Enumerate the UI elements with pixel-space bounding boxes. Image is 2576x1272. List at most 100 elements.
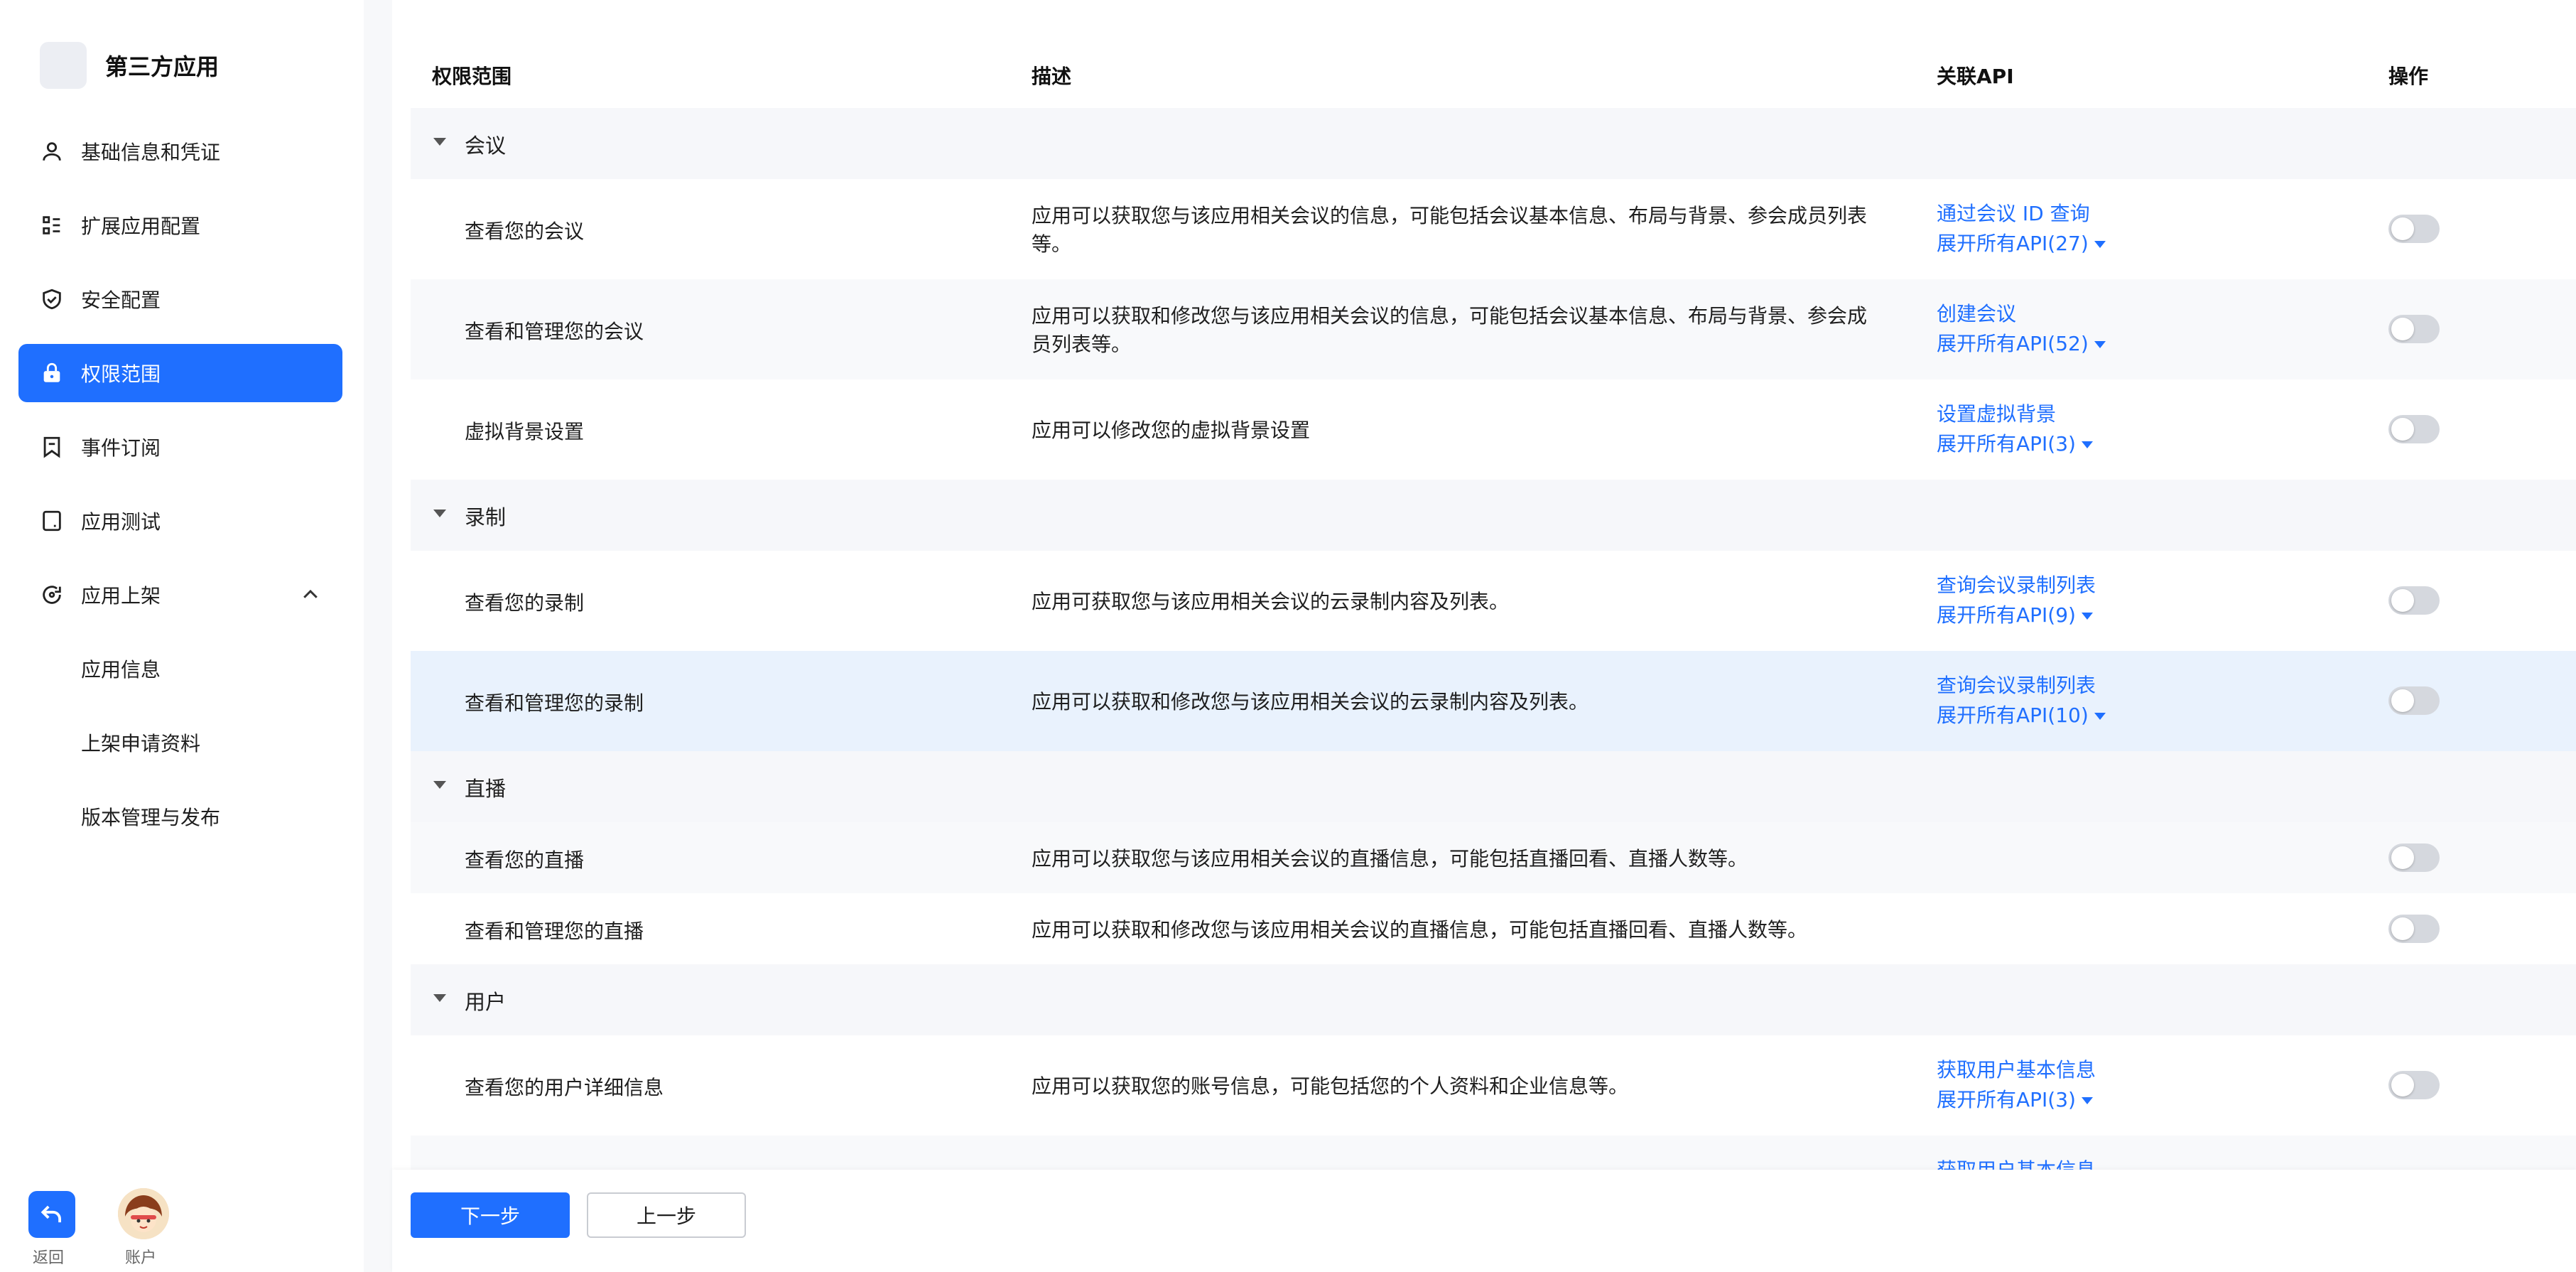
back-button[interactable]	[28, 1191, 75, 1238]
main-content: 权限范围 描述 关联API 操作 会议 查看您的会议 应用可以获取您与该应用相关…	[392, 0, 2576, 1272]
permission-toggle[interactable]	[2388, 686, 2440, 715]
permissions-table: 权限范围 描述 关联API 操作 会议 查看您的会议 应用可以获取您与该应用相关…	[411, 0, 2576, 1236]
sidebar-subitem-listing-application[interactable]: 上架申请资料	[18, 713, 342, 772]
group-name: 直播	[465, 777, 507, 801]
permission-toggle[interactable]	[2388, 415, 2440, 443]
chevron-up-icon[interactable]	[300, 584, 321, 605]
sidebar-item-security[interactable]: 安全配置	[18, 270, 342, 328]
sidebar-nav: 基础信息和凭证 扩展应用配置 安全配置 权限范围 事件订阅 应用测试 应用上架 …	[18, 122, 342, 861]
related-api: 获取用户基本信息 展开所有API(3)	[1937, 1055, 2096, 1115]
scope-description: 应用可以获取和修改您与该应用相关会议的云录制内容及列表。	[1032, 690, 1589, 713]
scope-description: 应用可以获取您的账号信息，可能包括您的个人资料和企业信息等。	[1032, 1074, 1629, 1098]
return-icon	[40, 1205, 61, 1223]
expand-label: 展开所有API(52)	[1937, 332, 2089, 355]
permission-toggle[interactable]	[2388, 315, 2440, 343]
toggle-knob	[2391, 589, 2414, 612]
app-name: 第三方应用	[105, 53, 220, 80]
sidebar-item-label: 扩展应用配置	[81, 215, 201, 238]
caret-down-icon[interactable]	[433, 994, 446, 1002]
user-icon	[40, 139, 64, 163]
group-name: 用户	[465, 990, 507, 1014]
expand-all-apis-link[interactable]: 展开所有API(52)	[1937, 329, 2106, 359]
app-header: 第三方应用	[40, 41, 219, 90]
expand-all-apis-link[interactable]: 展开所有API(9)	[1937, 600, 2096, 630]
api-link[interactable]: 获取用户基本信息	[1937, 1055, 2096, 1085]
expand-all-apis-link[interactable]: 展开所有API(3)	[1937, 429, 2093, 459]
api-link[interactable]: 查询会议录制列表	[1937, 571, 2096, 600]
group-row-livestream[interactable]: 直播	[411, 751, 2576, 822]
sidebar-item-app-publish[interactable]: 应用上架	[18, 566, 342, 624]
group-name: 会议	[465, 134, 507, 158]
sidebar-item-label: 安全配置	[81, 289, 161, 312]
sidebar-divider	[364, 0, 392, 1272]
table-row: 查看您的录制 应用可获取您与该应用相关会议的云录制内容及列表。 查询会议录制列表…	[411, 551, 2576, 651]
sidebar-item-label: 事件订阅	[81, 436, 161, 460]
group-row-recording[interactable]: 录制	[411, 480, 2576, 551]
related-api: 创建会议 展开所有API(52)	[1937, 299, 2106, 359]
permission-toggle[interactable]	[2388, 915, 2440, 943]
table-row: 查看您的直播 应用可以获取您与该应用相关会议的直播信息，可能包括直播回看、直播人…	[411, 822, 2576, 893]
toggle-knob	[2391, 917, 2414, 940]
caret-down-icon	[2094, 713, 2106, 720]
toggle-knob	[2391, 318, 2414, 340]
sidebar-bottom-bar: 返回 账户	[0, 1180, 364, 1272]
api-link[interactable]: 查询会议录制列表	[1937, 671, 2106, 701]
scope-name: 虚拟背景设置	[465, 420, 585, 443]
api-link[interactable]: 设置虚拟背景	[1937, 399, 2093, 429]
caret-down-icon	[2094, 341, 2106, 348]
sidebar-item-basic-info[interactable]: 基础信息和凭证	[18, 122, 342, 180]
avatar-image	[118, 1188, 169, 1239]
expand-label: 展开所有API(3)	[1937, 432, 2076, 456]
sidebar-item-extension-config[interactable]: 扩展应用配置	[18, 196, 342, 254]
caret-down-icon[interactable]	[433, 510, 446, 517]
related-api: 查询会议录制列表 展开所有API(10)	[1937, 671, 2106, 731]
scope-name: 查看您的用户详细信息	[465, 1076, 664, 1099]
sidebar-item-app-test[interactable]: 应用测试	[18, 492, 342, 550]
scope-description: 应用可以获取您与该应用相关会议的信息，可能包括会议基本信息、布局与背景、参会成员…	[1032, 204, 1868, 256]
list-config-icon	[40, 213, 64, 237]
scope-description: 应用可以获取您与该应用相关会议的直播信息，可能包括直播回看、直播人数等。	[1032, 847, 1748, 871]
scope-name: 查看您的录制	[465, 591, 585, 615]
avatar[interactable]	[118, 1188, 169, 1239]
toggle-knob	[2391, 846, 2414, 869]
publish-icon	[40, 583, 64, 607]
expand-all-apis-link[interactable]: 展开所有API(10)	[1937, 701, 2106, 731]
caret-down-icon	[2081, 613, 2093, 620]
permission-toggle[interactable]	[2388, 1071, 2440, 1099]
sidebar-item-event-subscription[interactable]: 事件订阅	[18, 418, 342, 476]
sidebar-item-permissions[interactable]: 权限范围	[18, 344, 342, 402]
expand-all-apis-link[interactable]: 展开所有API(27)	[1937, 229, 2106, 259]
scope-description: 应用可以获取和修改您与该应用相关会议的信息，可能包括会议基本信息、布局与背景、参…	[1032, 304, 1868, 356]
group-row-meeting[interactable]: 会议	[411, 108, 2576, 179]
api-link[interactable]: 通过会议 ID 查询	[1937, 199, 2106, 229]
scope-name: 查看和管理您的录制	[465, 691, 644, 715]
caret-down-icon	[2081, 1097, 2093, 1104]
account-label: 账户	[125, 1249, 157, 1267]
bookmark-icon	[40, 435, 64, 459]
api-link[interactable]: 创建会议	[1937, 299, 2106, 329]
sidebar-subitem-app-info[interactable]: 应用信息	[18, 640, 342, 698]
group-row-user[interactable]: 用户	[411, 964, 2576, 1035]
expand-all-apis-link[interactable]: 展开所有API(3)	[1937, 1085, 2096, 1115]
caret-down-icon[interactable]	[433, 781, 446, 789]
back-label: 返回	[33, 1249, 65, 1267]
scope-name: 查看和管理您的会议	[465, 320, 644, 343]
table-row: 查看和管理您的会议 应用可以获取和修改您与该应用相关会议的信息，可能包括会议基本…	[411, 279, 2576, 379]
expand-label: 展开所有API(10)	[1937, 704, 2089, 727]
caret-down-icon[interactable]	[433, 138, 446, 146]
related-api: 查询会议录制列表 展开所有API(9)	[1937, 571, 2096, 630]
column-header-scope: 权限范围	[432, 65, 512, 88]
permission-toggle[interactable]	[2388, 215, 2440, 243]
sidebar-item-label: 基础信息和凭证	[81, 141, 221, 164]
group-name: 录制	[465, 505, 507, 529]
next-step-button[interactable]: 下一步	[411, 1192, 570, 1238]
previous-step-button[interactable]: 上一步	[587, 1192, 746, 1238]
table-row: 查看和管理您的录制 应用可以获取和修改您与该应用相关会议的云录制内容及列表。 查…	[411, 651, 2576, 751]
permission-toggle[interactable]	[2388, 843, 2440, 872]
scope-name: 查看和管理您的直播	[465, 920, 644, 943]
toggle-knob	[2391, 1074, 2414, 1096]
scope-description: 应用可以修改您的虚拟背景设置	[1032, 419, 1311, 442]
table-row: 查看和管理您的直播 应用可以获取和修改您与该应用相关会议的直播信息，可能包括直播…	[411, 893, 2576, 964]
sidebar-subitem-version-management[interactable]: 版本管理与发布	[18, 787, 342, 846]
permission-toggle[interactable]	[2388, 586, 2440, 615]
